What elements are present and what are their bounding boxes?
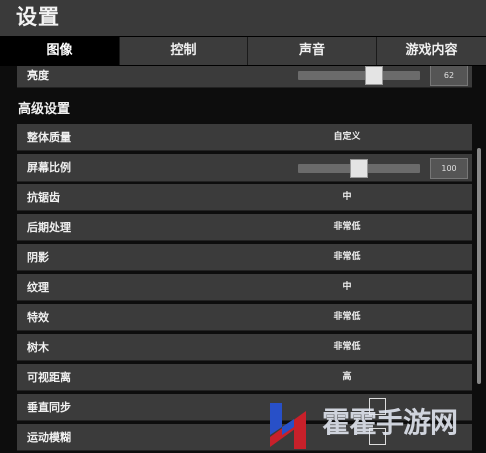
screen-scale-slider[interactable] — [298, 159, 420, 178]
scrollbar[interactable] — [477, 148, 481, 384]
tab-controls[interactable]: 控制 — [120, 37, 248, 65]
setting-label: 屏幕比例 — [27, 161, 71, 174]
tab-bar: 图像 控制 声音 游戏内容 — [0, 36, 486, 66]
setting-label: 可视距离 — [27, 371, 71, 384]
setting-label: 特效 — [27, 311, 49, 324]
slider-thumb[interactable] — [350, 159, 368, 178]
setting-label: 后期处理 — [27, 221, 71, 234]
setting-label: 亮度 — [27, 69, 49, 82]
header-bar: 设置 — [0, 0, 486, 36]
setting-row-overall-quality[interactable]: 整体质量 自定义 — [17, 124, 472, 151]
setting-label: 整体质量 — [27, 131, 71, 144]
setting-label: 抗锯齿 — [27, 191, 60, 204]
section-title: 高级设置 — [18, 102, 71, 117]
setting-row-trees[interactable]: 树木 非常低 — [17, 334, 472, 361]
watermark-text: 霍霍手游网 — [322, 406, 458, 439]
brightness-value-box[interactable]: 62 — [430, 66, 468, 86]
brightness-slider[interactable] — [298, 66, 420, 85]
setting-row-view-distance[interactable]: 可视距离 高 — [17, 364, 472, 391]
setting-row-post-processing[interactable]: 后期处理 非常低 — [17, 214, 472, 241]
setting-row-screen-scale[interactable]: 屏幕比例 100 — [17, 154, 472, 182]
screen-scale-value-box[interactable]: 100 — [430, 158, 468, 179]
slider-thumb[interactable] — [364, 66, 383, 85]
setting-label: 运动模糊 — [27, 431, 71, 444]
setting-row-anti-aliasing[interactable]: 抗锯齿 中 — [17, 184, 472, 211]
tab-game-content[interactable]: 游戏内容 — [377, 37, 486, 65]
setting-row-textures[interactable]: 纹理 中 — [17, 274, 472, 301]
tab-graphics[interactable]: 图像 — [0, 37, 120, 65]
setting-label: 树木 — [27, 341, 49, 354]
tab-sound[interactable]: 声音 — [248, 37, 377, 65]
setting-row-shadows[interactable]: 阴影 非常低 — [17, 244, 472, 271]
watermark: 霍霍手游网 — [266, 395, 481, 453]
setting-label: 阴影 — [27, 251, 49, 264]
watermark-logo-icon — [270, 403, 306, 449]
setting-label: 垂直同步 — [27, 401, 71, 414]
setting-label: 纹理 — [27, 281, 49, 294]
page-title: 设置 — [16, 5, 60, 29]
setting-row-brightness[interactable]: 亮度 62 — [17, 66, 472, 88]
setting-row-effects[interactable]: 特效 非常低 — [17, 304, 472, 331]
